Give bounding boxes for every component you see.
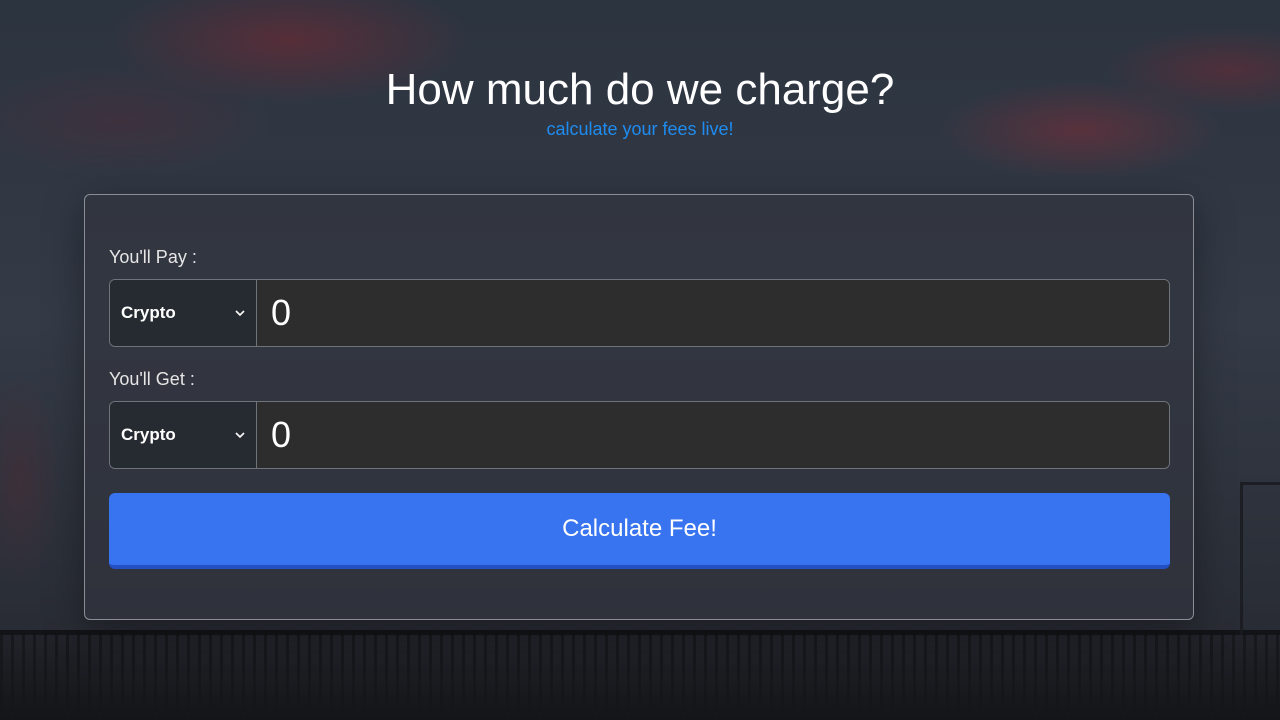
page-subtitle: calculate your fees live!: [546, 119, 734, 139]
pay-currency-select[interactable]: Crypto: [110, 280, 257, 346]
fee-calculator-card: You'll Pay : Crypto 0 You'll Get : Crypt…: [84, 194, 1194, 620]
page-header: How much do we charge? calculate your fe…: [0, 64, 1280, 140]
pay-input-group: Crypto 0: [109, 279, 1170, 347]
page-title: How much do we charge?: [385, 65, 895, 114]
get-input-group: Crypto 0: [109, 401, 1170, 469]
chevron-down-icon: [234, 307, 246, 319]
get-currency-select[interactable]: Crypto: [110, 402, 257, 468]
pay-currency-value: Crypto: [121, 303, 176, 322]
get-label: You'll Get :: [109, 369, 195, 389]
get-currency-value: Crypto: [121, 425, 176, 444]
pay-amount-input[interactable]: 0: [257, 280, 1169, 346]
background-fence-rail: [0, 630, 1280, 635]
background-lamp: [1240, 482, 1280, 635]
background-tree: [0, 330, 70, 630]
chevron-down-icon: [234, 429, 246, 441]
pay-label: You'll Pay :: [109, 247, 197, 267]
background-fence: [0, 630, 1280, 720]
calculate-fee-button[interactable]: Calculate Fee!: [109, 493, 1170, 569]
get-amount-input[interactable]: 0: [257, 402, 1169, 468]
